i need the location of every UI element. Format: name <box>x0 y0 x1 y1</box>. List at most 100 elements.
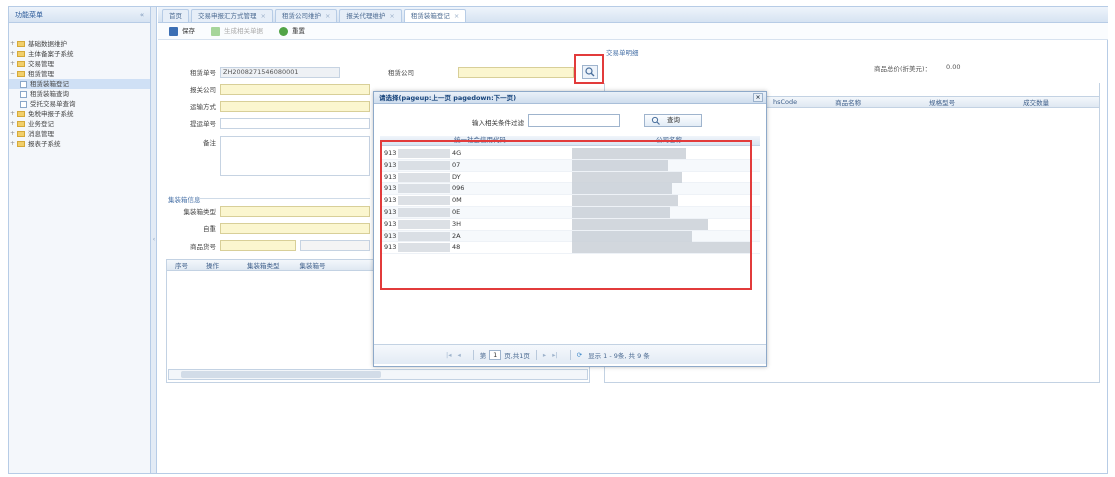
col-container-type: 集装箱类型 <box>247 262 280 270</box>
pager-summary: 显示 1 - 9条, 共 9 条 <box>588 351 650 360</box>
sidebar-item-messages[interactable]: + 消息管理 <box>9 129 150 139</box>
trade-details-label: 交易单明细 <box>606 49 639 57</box>
page-icon <box>20 80 27 88</box>
transport-field[interactable] <box>220 101 370 112</box>
sidebar-item-lease-management[interactable]: − 租赁管理 <box>9 69 150 79</box>
sidebar-item-basic-data[interactable]: + 基础数据维护 <box>9 39 150 49</box>
sidebar-item-reports[interactable]: + 报表子系统 <box>9 139 150 149</box>
sidebar-item-trade-management[interactable]: + 交易管理 <box>9 59 150 69</box>
expand-icon[interactable]: + <box>9 59 16 69</box>
sidebar-item-label: 交易管理 <box>28 60 54 68</box>
tab-bar: 首页 交易申报汇方式管理 × 租赁公司维护 × 报关代理维护 × 租赁装箱登记 × <box>158 7 1108 23</box>
sidebar-header: 功能菜单 « <box>9 7 150 23</box>
col-operation: 操作 <box>206 262 219 270</box>
highlight-box-search <box>574 54 604 84</box>
sidebar-item-label: 基础数据维护 <box>28 40 67 48</box>
tab-label: 首页 <box>169 12 182 20</box>
last-page-icon[interactable]: ▸| <box>552 351 557 359</box>
close-icon[interactable]: × <box>325 12 330 20</box>
folder-icon <box>17 131 25 137</box>
query-button-label: 查询 <box>667 116 680 124</box>
tab-customs-agent[interactable]: 报关代理维护 × <box>339 9 402 22</box>
tab-home[interactable]: 首页 <box>162 9 189 22</box>
reset-button[interactable]: 重置 <box>276 25 310 38</box>
tab-trade-declaration[interactable]: 交易申报汇方式管理 × <box>191 9 273 22</box>
lease-no-label: 租赁单号 <box>190 69 216 77</box>
collapse-sidebar-icon[interactable]: « <box>138 11 146 19</box>
detail-grid-header: hsCode 商品名称 规格型号 成交数量 <box>758 96 1100 108</box>
pager-divider <box>569 349 571 360</box>
sidebar-item-lease-packing-register[interactable]: 租赁装箱登记 <box>9 79 150 89</box>
sidebar-splitter[interactable]: ‹ <box>151 7 157 473</box>
tare-field[interactable] <box>220 223 370 234</box>
folder-icon <box>17 141 25 147</box>
close-icon[interactable]: × <box>261 12 266 20</box>
sidebar-item-lease-packing-query[interactable]: 租赁装箱查询 <box>9 89 150 99</box>
scroll-thumb[interactable] <box>181 371 381 378</box>
pager-divider <box>472 349 474 360</box>
dialog-title: 请选择(pageup:上一页 pagedown:下一页) <box>379 94 517 102</box>
refresh-icon[interactable]: ⟳ <box>577 351 582 359</box>
save-button[interactable]: 保存 <box>166 25 200 38</box>
folder-icon <box>17 111 25 117</box>
close-icon[interactable]: × <box>389 12 394 20</box>
expand-icon[interactable]: + <box>9 119 16 129</box>
expand-icon[interactable]: + <box>9 109 16 119</box>
save-icon <box>169 26 178 36</box>
generate-docs-button[interactable]: 生成相关单据 <box>208 25 268 38</box>
sidebar-item-label: 报表子系统 <box>28 140 61 148</box>
goods-no-field[interactable] <box>220 240 296 251</box>
lease-no-field[interactable]: ZH2008271546080001 <box>220 67 340 78</box>
save-label: 保存 <box>182 26 195 35</box>
close-dialog-button[interactable]: × <box>753 93 763 102</box>
col-spec: 规格型号 <box>929 99 956 107</box>
expand-icon[interactable]: + <box>9 139 16 149</box>
bill-no-field[interactable] <box>220 118 370 129</box>
close-icon[interactable]: × <box>454 12 459 20</box>
total-price-label: 商品总价(折美元)： <box>874 65 932 73</box>
col-quantity: 成交数量 <box>1023 99 1050 107</box>
folder-open-icon <box>17 71 25 77</box>
expand-icon[interactable]: + <box>9 39 16 49</box>
collapse-icon[interactable]: − <box>9 69 16 79</box>
remark-label: 备注 <box>203 139 216 147</box>
expand-icon[interactable]: + <box>9 129 16 139</box>
lease-company-label: 租赁公司 <box>388 69 414 77</box>
page-number-input[interactable]: 1 <box>489 349 502 360</box>
remark-field[interactable] <box>220 136 370 176</box>
transport-label: 运输方式 <box>190 103 216 111</box>
sidebar-item-entity-filing[interactable]: + 主体备案子系统 <box>9 49 150 59</box>
prev-page-icon[interactable]: ◂ <box>457 351 460 359</box>
tab-lease-packing-register[interactable]: 租赁装箱登记 × <box>403 9 467 22</box>
next-page-icon[interactable]: ▸ <box>543 351 546 359</box>
first-page-icon[interactable]: |◂ <box>446 351 451 359</box>
lease-company-field[interactable] <box>458 67 574 78</box>
highlight-box-results <box>380 140 752 290</box>
goods-no-label: 商品货号 <box>190 243 216 251</box>
tare-label: 自重 <box>203 225 216 233</box>
filter-label: 输入相关条件过滤 <box>472 119 524 127</box>
chevron-left-icon[interactable]: ‹ <box>151 235 157 245</box>
query-button[interactable]: 查询 <box>644 114 702 127</box>
sidebar-item-business-register[interactable]: + 业务登记 <box>9 119 150 129</box>
folder-icon <box>17 41 25 47</box>
pager-divider <box>535 349 537 360</box>
customs-company-field[interactable] <box>220 84 370 95</box>
horizontal-scrollbar[interactable] <box>168 369 588 380</box>
filter-input[interactable] <box>528 114 620 127</box>
reset-label: 重置 <box>292 26 305 35</box>
sidebar-item-entrusted-trade-query[interactable]: 受托交易单查询 <box>9 99 150 109</box>
container-type-field[interactable] <box>220 206 370 217</box>
expand-icon[interactable]: + <box>9 49 16 59</box>
bill-no-label: 提运单号 <box>190 120 216 128</box>
group-divider <box>200 198 370 199</box>
sidebar-tree: + 基础数据维护 + 主体备案子系统 + 交易管理 − 租赁管理 租赁装箱登记 租赁装箱… <box>9 23 150 149</box>
tab-lease-company[interactable]: 租赁公司维护 × <box>274 9 338 22</box>
page-prefix: 第 <box>479 351 487 360</box>
sidebar-item-tax-exempt[interactable]: + 免税申报子系统 <box>9 109 150 119</box>
goods-no-picker[interactable] <box>300 240 370 251</box>
tab-label: 交易申报汇方式管理 <box>198 12 257 20</box>
search-icon <box>651 116 660 125</box>
folder-icon <box>17 51 25 57</box>
sidebar-title: 功能菜单 <box>15 11 43 19</box>
